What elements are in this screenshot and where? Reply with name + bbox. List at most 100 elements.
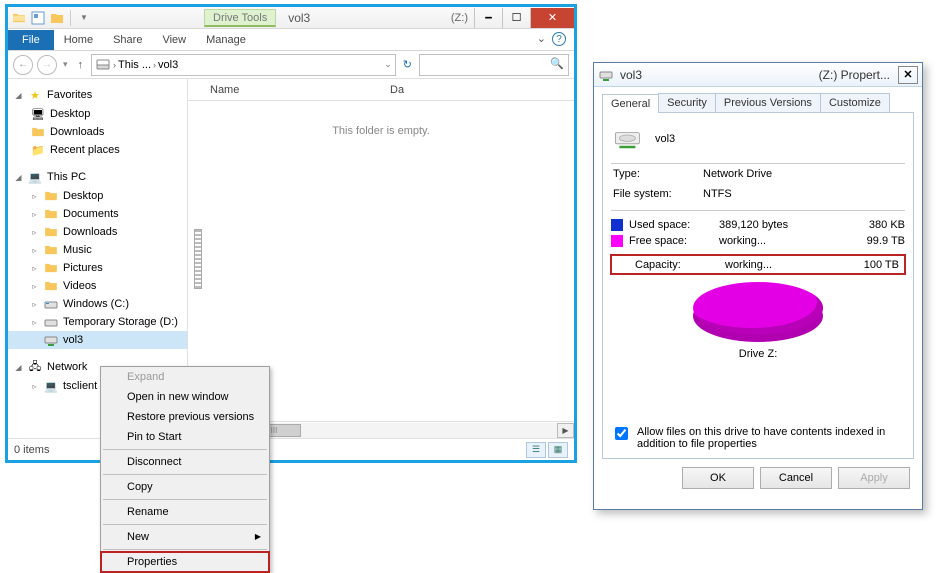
cancel-button[interactable]: Cancel <box>760 467 832 489</box>
pie-chart <box>693 282 823 334</box>
nav-item-label: Downloads <box>50 126 104 138</box>
address-bar[interactable]: › This ... › vol3 ⌄ <box>91 54 396 76</box>
forward-button[interactable]: → <box>37 55 57 75</box>
qat-newfolder-icon[interactable] <box>49 10 65 26</box>
nav-item-label: vol3 <box>63 334 83 346</box>
address-bar-row: ← → ▾ ↑ › This ... › vol3 ⌄ ↻ 🔍 <box>8 51 574 79</box>
nav-pc-downloads[interactable]: ▹Downloads <box>8 223 187 241</box>
tab-view[interactable]: View <box>152 30 196 50</box>
column-headers[interactable]: Name Da <box>188 79 574 101</box>
capacity-bytes: working... <box>725 259 839 271</box>
col-name[interactable]: Name <box>210 84 390 96</box>
ctx-open-new-window[interactable]: Open in new window <box>101 387 269 407</box>
ctx-separator <box>103 474 267 475</box>
nav-pc-c-drive[interactable]: ▹Windows (C:) <box>8 295 187 313</box>
nav-item-label: Music <box>63 244 92 256</box>
downloads-icon <box>30 124 46 140</box>
minimize-button[interactable]: 🗕 <box>474 8 502 28</box>
capacity-row: Capacity: working... 100 TB <box>611 255 905 274</box>
indexing-checkbox[interactable] <box>615 427 628 440</box>
breadcrumb-sep: › <box>153 60 156 70</box>
breadcrumb-vol3[interactable]: vol3 <box>158 59 178 71</box>
folder-icon <box>43 242 59 258</box>
ribbon-chevron-icon[interactable]: ⌄ <box>537 32 546 46</box>
ctx-separator <box>103 499 267 500</box>
qat-properties-icon[interactable] <box>30 10 46 26</box>
nav-fav-downloads[interactable]: Downloads <box>8 123 187 141</box>
address-dropdown-icon[interactable]: ⌄ <box>384 59 392 70</box>
maximize-button[interactable]: ☐ <box>502 8 530 28</box>
nav-item-label: Videos <box>63 280 96 292</box>
ctx-copy[interactable]: Copy <box>101 477 269 497</box>
nav-fav-recent[interactable]: 📁 Recent places <box>8 141 187 159</box>
explorer-window: ▼ Drive Tools vol3 (Z:) 🗕 ☐ ✕ File Home … <box>5 4 577 463</box>
ctx-rename[interactable]: Rename <box>101 502 269 522</box>
search-input[interactable]: 🔍 <box>419 54 569 76</box>
recent-locations-icon[interactable]: ▾ <box>61 59 70 70</box>
recent-icon: 📁 <box>30 142 46 158</box>
close-button[interactable]: ✕ <box>530 8 574 28</box>
properties-close-button[interactable]: ✕ <box>898 66 918 84</box>
indexing-label: Allow files on this drive to have conten… <box>637 426 905 450</box>
tab-manage[interactable]: Manage <box>196 30 256 50</box>
tab-previous-versions[interactable]: Previous Versions <box>715 93 821 112</box>
folder-icon <box>43 224 59 240</box>
nav-thispc-header[interactable]: ◢💻 This PC <box>8 167 187 187</box>
drive-icon <box>43 314 59 330</box>
used-human: 380 KB <box>845 219 905 231</box>
capacity-human: 100 TB <box>839 259 899 271</box>
nav-item-label: Downloads <box>63 226 117 238</box>
tab-share[interactable]: Share <box>103 30 152 50</box>
nav-pc-d-drive[interactable]: ▹Temporary Storage (D:) <box>8 313 187 331</box>
nav-pc-music[interactable]: ▹Music <box>8 241 187 259</box>
qat-dropdown-icon[interactable]: ▼ <box>76 10 92 26</box>
back-button[interactable]: ← <box>13 55 33 75</box>
nav-pc-desktop[interactable]: ▹Desktop <box>8 187 187 205</box>
ctx-pin-to-start[interactable]: Pin to Start <box>101 427 269 447</box>
nav-pc-videos[interactable]: ▹Videos <box>8 277 187 295</box>
folder-icon <box>43 278 59 294</box>
properties-titlebar[interactable]: vol3 (Z:) Propert... ✕ <box>594 63 922 87</box>
used-bytes: 389,120 bytes <box>719 219 845 231</box>
refresh-icon[interactable]: ↻ <box>400 58 415 71</box>
free-bytes: working... <box>719 235 845 247</box>
tab-home[interactable]: Home <box>54 30 103 50</box>
type-label: Type: <box>613 168 703 180</box>
apply-button[interactable]: Apply <box>838 467 910 489</box>
view-details-icon[interactable]: ☰ <box>526 442 546 458</box>
ctx-disconnect[interactable]: Disconnect <box>101 452 269 472</box>
explorer-titlebar[interactable]: ▼ Drive Tools vol3 (Z:) 🗕 ☐ ✕ <box>8 7 574 29</box>
drive-icon <box>43 296 59 312</box>
tab-customize[interactable]: Customize <box>820 93 890 112</box>
ctx-properties[interactable]: Properties <box>101 552 269 572</box>
network-drive-icon <box>43 332 59 348</box>
submenu-arrow-icon: ▶ <box>255 532 261 541</box>
help-icon[interactable]: ? <box>552 32 566 46</box>
breadcrumb-thispc[interactable]: This ... <box>118 59 151 71</box>
nav-network-label: Network <box>47 361 87 373</box>
view-thumbnails-icon[interactable]: ▦ <box>548 442 568 458</box>
up-button[interactable]: ↑ <box>74 59 88 71</box>
nav-favorites-header[interactable]: ◢★ Favorites <box>8 85 187 105</box>
ctx-new[interactable]: New▶ <box>101 527 269 547</box>
ok-button[interactable]: OK <box>682 467 754 489</box>
tab-file[interactable]: File <box>8 30 54 50</box>
tab-general[interactable]: General <box>602 94 659 113</box>
tab-security[interactable]: Security <box>658 93 716 112</box>
network-icon: 🖧 <box>27 359 43 375</box>
drive-tools-contextual-tab[interactable]: Drive Tools <box>204 9 276 27</box>
nav-pc-vol3[interactable]: ▹vol3 <box>8 331 187 349</box>
capacity-label: Capacity: <box>635 259 725 271</box>
ctx-restore-versions[interactable]: Restore previous versions <box>101 407 269 427</box>
scroll-right-icon[interactable]: ▶ <box>557 423 574 438</box>
drive-name: vol3 <box>655 133 675 145</box>
nav-pc-pictures[interactable]: ▹Pictures <box>8 259 187 277</box>
free-swatch <box>611 235 623 247</box>
nav-fav-desktop[interactable]: 🖥Desktop <box>8 105 187 123</box>
nav-item-label: Documents <box>63 208 119 220</box>
type-value: Network Drive <box>703 168 772 180</box>
properties-title-right: (Z:) Propert... <box>819 68 890 82</box>
nav-item-label: Recent places <box>50 144 120 156</box>
nav-pc-documents[interactable]: ▹Documents <box>8 205 187 223</box>
col-date[interactable]: Da <box>390 84 404 96</box>
